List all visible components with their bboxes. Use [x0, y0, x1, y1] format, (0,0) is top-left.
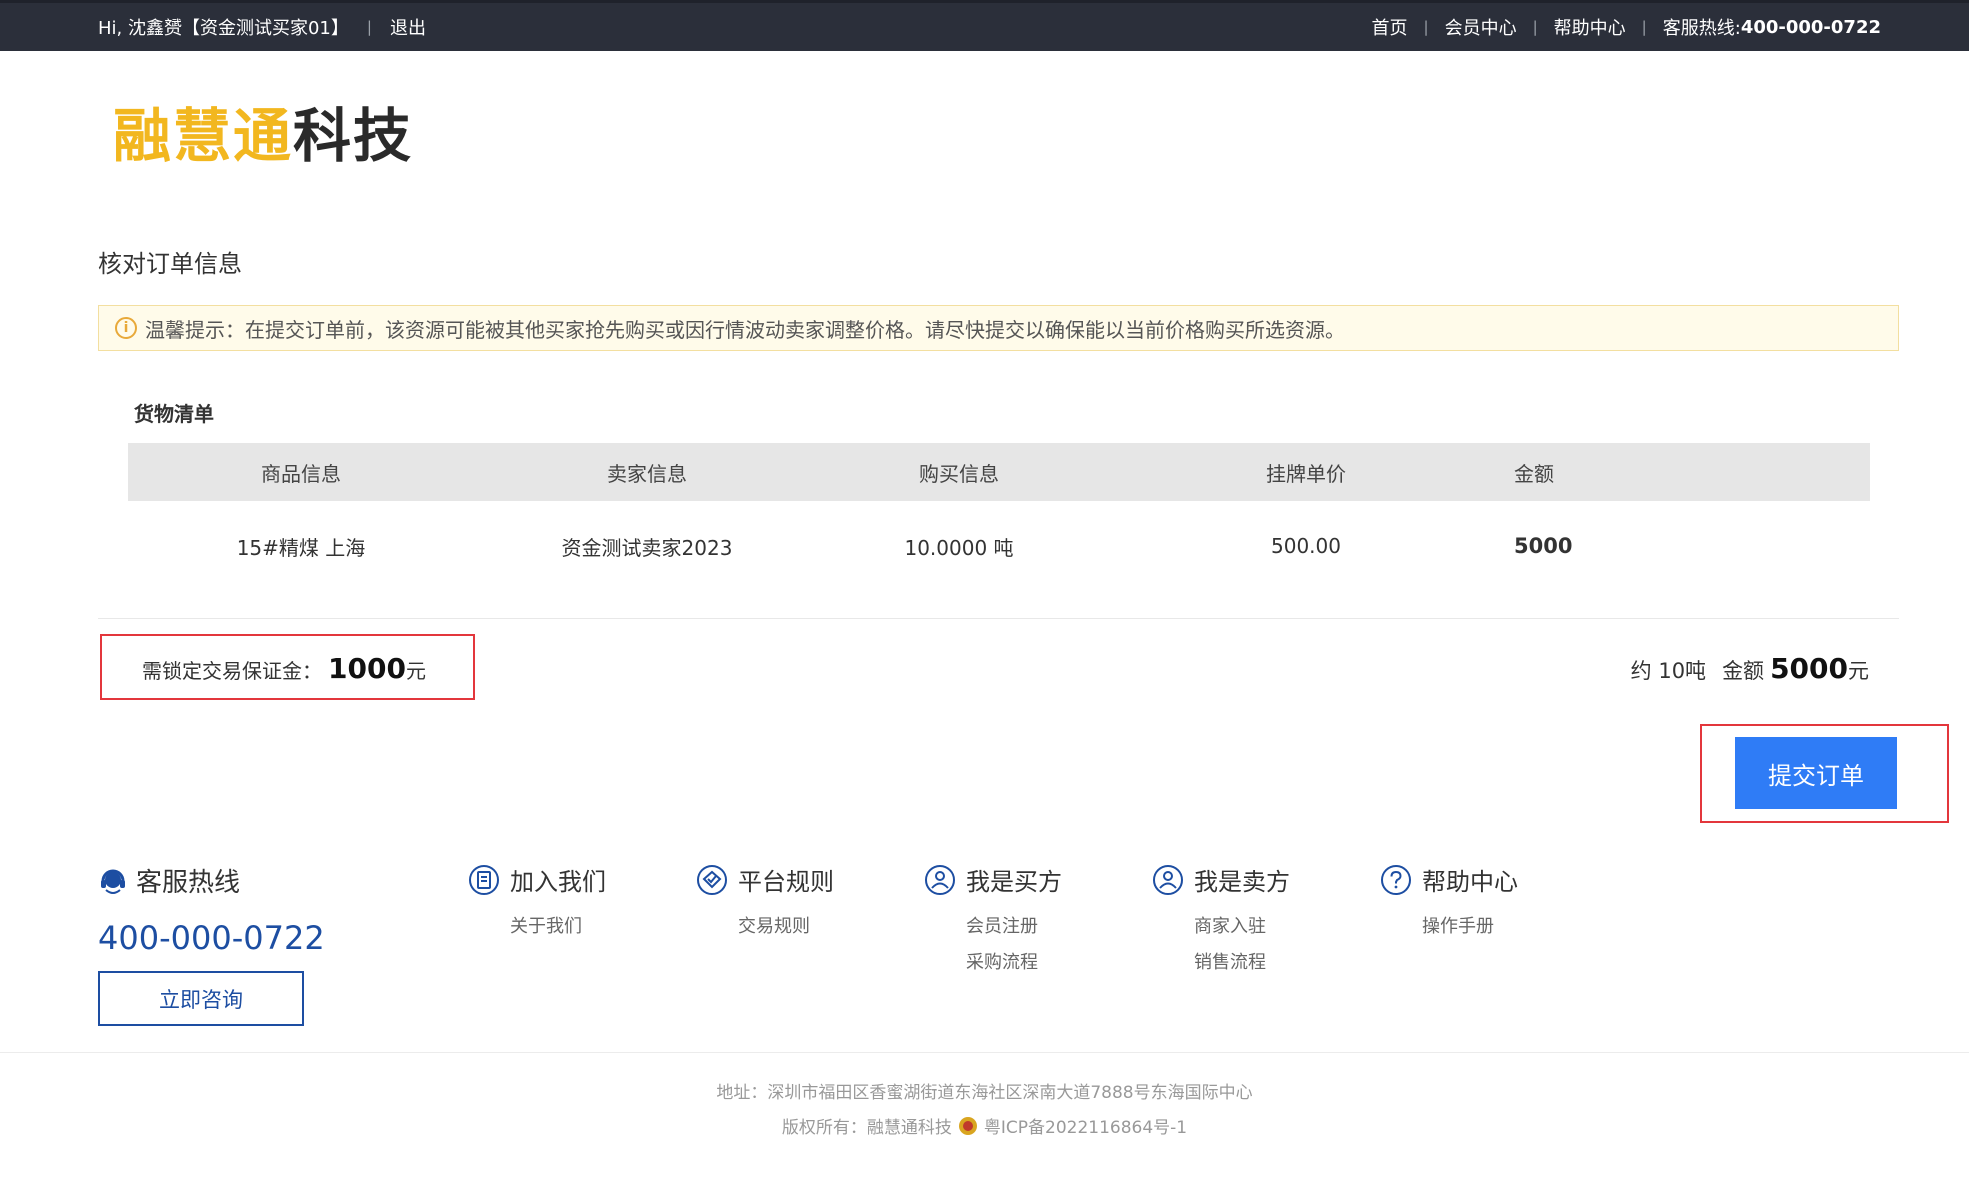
logo-text-suffix: 科技: [293, 102, 414, 170]
footer-links: 会员注册 采购流程: [966, 909, 1062, 981]
column-header: 挂牌单价: [1098, 443, 1514, 501]
footer-column-head: 帮助中心: [1380, 862, 1518, 897]
footer-column-title: 我是买方: [966, 868, 1062, 896]
table-row: 15#精煤 上海 资金测试卖家2023 10.0000 吨 500.00 500…: [128, 501, 1870, 591]
footer-links: 交易规则: [738, 909, 834, 945]
divider: |: [1423, 18, 1429, 36]
goods-table: 商品信息 卖家信息 购买信息 挂牌单价 金额 15#精煤 上海 资金测试卖家20…: [128, 443, 1870, 591]
footer-address: 地址：深圳市福田区香蜜湖街道东海社区深南大道7888号东海国际中心: [716, 1083, 1253, 1103]
amount-cell: 5000: [1514, 534, 1573, 558]
footer-links: 关于我们: [510, 909, 606, 945]
buyer-user-icon: [925, 864, 955, 895]
divider: |: [1641, 18, 1647, 36]
page-title: 核对订单信息: [98, 250, 242, 278]
footer-hotline: 客服热线 400-000-0722 立即咨询: [98, 862, 325, 1026]
top-nav: 首页 | 会员中心 | 帮助中心 | 客服热线: 400-000-0722: [1372, 3, 1881, 51]
summary-amount-label: 金额: [1722, 659, 1765, 683]
deposit-info: 需锁定交易保证金： 1000 元: [142, 652, 426, 685]
footer-column-head: 加入我们: [468, 862, 606, 897]
footer-link-manual[interactable]: 操作手册: [1422, 909, 1518, 945]
column-header: 卖家信息: [474, 443, 820, 501]
footer-divider: [0, 1052, 1969, 1053]
logout-link[interactable]: 退出: [390, 14, 426, 40]
document-icon: [469, 864, 499, 895]
footer-column-join-us: 加入我们 关于我们: [468, 862, 606, 945]
seller-cell: 资金测试卖家2023: [561, 535, 733, 560]
purchase-cell: 10.0000 吨: [904, 535, 1014, 560]
hotline-label: 客服热线:: [1662, 18, 1741, 39]
police-badge-icon: [958, 1116, 977, 1135]
footer-column-platform-rules: 平台规则 交易规则: [696, 862, 834, 945]
greeting-text: Hi, 沈鑫赟【资金测试买家01】: [98, 18, 349, 39]
deposit-value: 1000: [328, 652, 406, 685]
footer-column-head: 平台规则: [696, 862, 834, 897]
deposit-label: 需锁定交易保证金：: [142, 659, 322, 683]
nav-help-center-link[interactable]: 帮助中心: [1554, 14, 1626, 40]
summary-amount: 5000: [1770, 652, 1848, 685]
footer-hotline-number: 400-000-0722: [98, 919, 325, 957]
unit-price-cell: 500.00: [1271, 534, 1341, 558]
footer-links: 商家入驻 销售流程: [1194, 909, 1290, 981]
deposit-unit: 元: [405, 659, 426, 683]
footer-link-about-us[interactable]: 关于我们: [510, 909, 606, 945]
footer-column-title: 平台规则: [738, 868, 834, 896]
notice-text: 温馨提示：在提交订单前，该资源可能被其他买家抢先购买或因行情波动卖家调整价格。请…: [145, 317, 1345, 342]
column-header: 购买信息: [820, 443, 1098, 501]
footer-hotline-title-row: 客服热线: [98, 862, 325, 899]
nav-home-link[interactable]: 首页: [1372, 14, 1408, 40]
column-header: 金额: [1514, 443, 1870, 501]
info-icon: i: [115, 317, 137, 339]
submit-order-button[interactable]: 提交订单: [1735, 737, 1897, 809]
footer-column-head: 我是买方: [924, 862, 1062, 897]
footer-link-trade-rules[interactable]: 交易规则: [738, 909, 834, 945]
divider: |: [366, 18, 372, 36]
table-header-row: 商品信息 卖家信息 购买信息 挂牌单价 金额: [128, 443, 1870, 501]
hotline-number: 400-000-0722: [1740, 16, 1881, 38]
footer-column-title: 加入我们: [510, 868, 606, 896]
summary-unit: 元: [1848, 659, 1869, 683]
order-summary: 约 10吨 金额 5000 元: [1631, 652, 1869, 685]
logo-text-brand: 融慧通: [113, 102, 294, 170]
footer-icp[interactable]: 粤ICP备2022116864号-1: [984, 1113, 1187, 1138]
footer-link-member-register[interactable]: 会员注册: [966, 909, 1062, 945]
notice-banner: i 温馨提示：在提交订单前，该资源可能被其他买家抢先购买或因行情波动卖家调整价格…: [98, 305, 1899, 351]
shield-check-icon: [697, 864, 727, 895]
product-cell: 15#精煤 上海: [236, 535, 366, 560]
footer-link-merchant-join[interactable]: 商家入驻: [1194, 909, 1290, 945]
footer-links: 操作手册: [1422, 909, 1518, 945]
footer-hotline-title: 客服热线: [136, 868, 241, 898]
headset-icon: [101, 869, 125, 894]
footer-column-help: 帮助中心 操作手册: [1380, 862, 1518, 945]
seller-user-icon: [1153, 864, 1183, 895]
user-info: Hi, 沈鑫赟【资金测试买家01】 | 退出: [98, 3, 426, 51]
question-circle-icon: [1381, 864, 1411, 895]
footer-column-title: 帮助中心: [1422, 868, 1518, 896]
footer-column-buyer: 我是买方 会员注册 采购流程: [924, 862, 1062, 981]
summary-quantity: 约 10吨: [1630, 659, 1707, 683]
column-header: 商品信息: [128, 443, 474, 501]
nav-member-center-link[interactable]: 会员中心: [1445, 14, 1517, 40]
footer-link-sales-flow[interactable]: 销售流程: [1194, 945, 1290, 981]
top-bar: Hi, 沈鑫赟【资金测试买家01】 | 退出 首页 | 会员中心 | 帮助中心 …: [0, 0, 1969, 51]
goods-list-title: 货物清单: [134, 402, 214, 426]
footer-copyright-row: 版权所有：融慧通科技 粤ICP备2022116864号-1: [0, 1113, 1969, 1138]
consult-now-button[interactable]: 立即咨询: [98, 971, 304, 1026]
divider: |: [1532, 18, 1538, 36]
footer-link-purchase-flow[interactable]: 采购流程: [966, 945, 1062, 981]
footer-column-seller: 我是卖方 商家入驻 销售流程: [1152, 862, 1290, 981]
footer-copyright: 版权所有：融慧通科技: [781, 1118, 952, 1138]
site-logo[interactable]: 融慧通 科技: [113, 94, 413, 170]
footer-column-head: 我是卖方: [1152, 862, 1290, 897]
divider: [98, 618, 1899, 619]
footer-column-title: 我是卖方: [1194, 868, 1290, 896]
